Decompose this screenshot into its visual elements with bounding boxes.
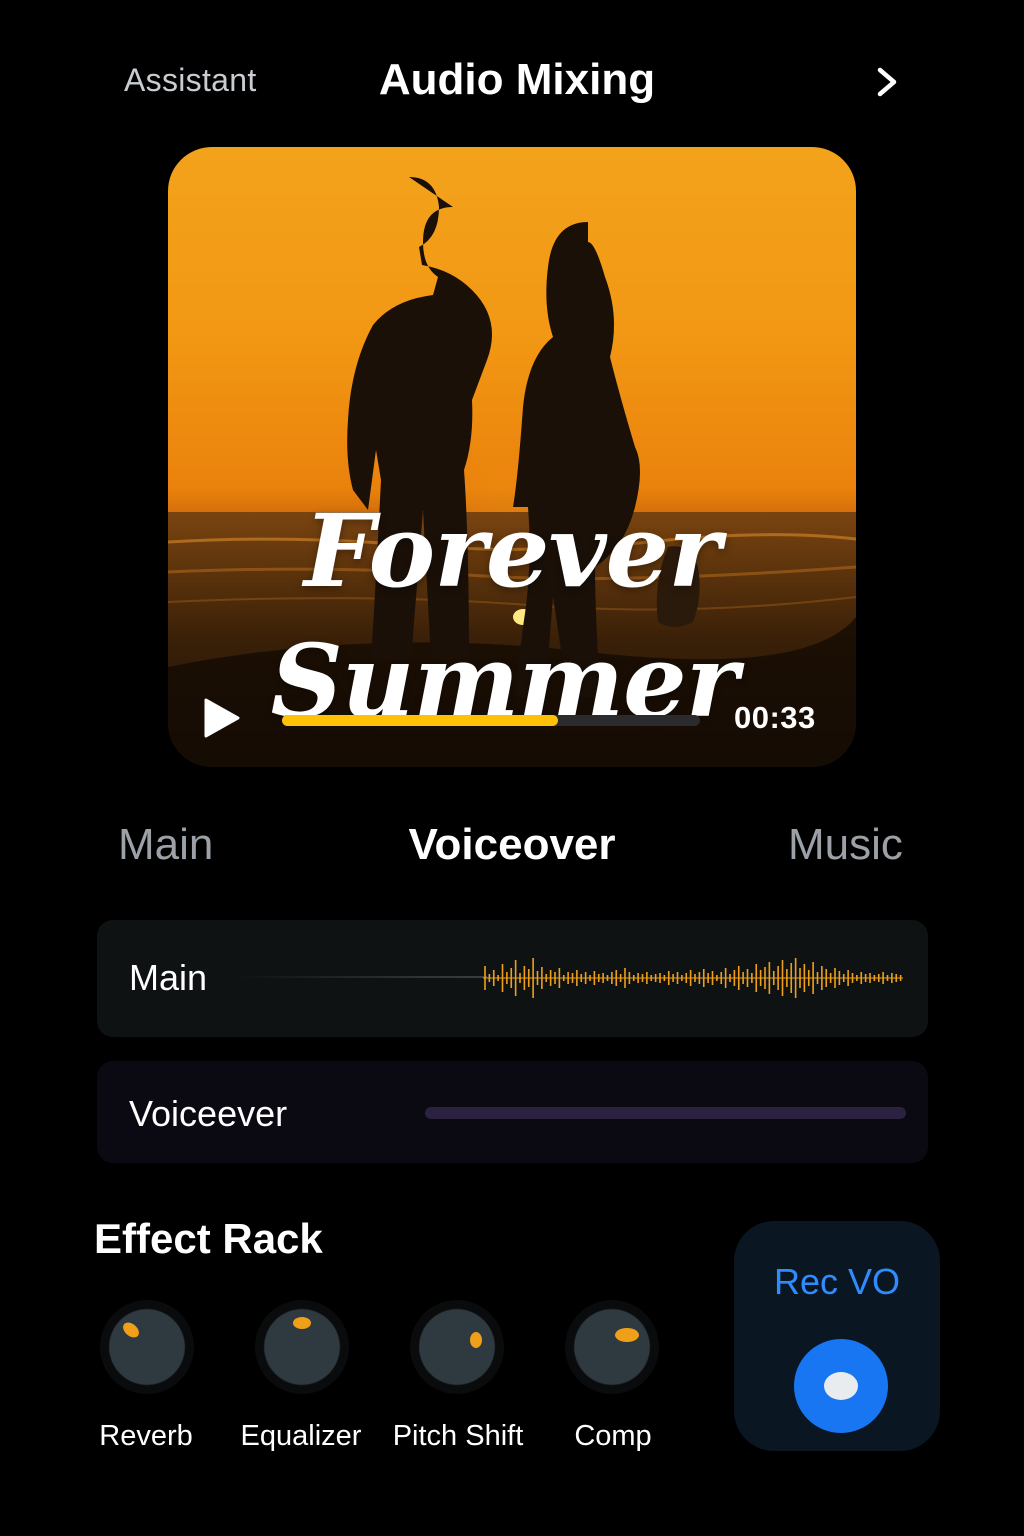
knob-indicator: [470, 1332, 482, 1348]
waveform: [483, 958, 903, 998]
track-label-voiceover: Voiceever: [129, 1093, 288, 1134]
play-icon[interactable]: [200, 696, 244, 740]
knob-indicator: [293, 1317, 311, 1329]
equalizer-knob[interactable]: [255, 1300, 349, 1394]
record-voiceover-label: Rec VO: [773, 1261, 901, 1302]
track-label-main: Main: [129, 957, 208, 998]
pitch-shift-label: Pitch Shift: [392, 1420, 524, 1452]
effect-rack-title: Effect Rack: [94, 1215, 323, 1262]
knob-indicator: [615, 1328, 639, 1342]
track-baseline: [237, 976, 487, 978]
track-main[interactable]: Main: [97, 920, 928, 1037]
record-voiceover-panel: Rec VO: [734, 1221, 940, 1451]
playback-time: 00:33: [734, 700, 816, 735]
reverb-label: Reverb: [99, 1420, 193, 1452]
playback-progress-bar[interactable]: [282, 715, 700, 726]
chevron-right-icon[interactable]: [868, 62, 908, 102]
knob-indicator: [120, 1319, 142, 1341]
equalizer-label: Equalizer: [240, 1420, 362, 1452]
track-voiceover[interactable]: Voiceever: [97, 1061, 928, 1163]
pitch-shift-knob[interactable]: [410, 1300, 504, 1394]
comp-knob[interactable]: [565, 1300, 659, 1394]
voiceover-track-bar: [425, 1107, 906, 1119]
tab-music[interactable]: Music: [788, 820, 903, 870]
record-icon: [824, 1372, 858, 1400]
video-preview[interactable]: Forever Summer: [168, 147, 856, 767]
reverb-knob[interactable]: [100, 1300, 194, 1394]
video-title-line1: Forever: [304, 492, 721, 610]
comp-label: Comp: [574, 1420, 652, 1452]
record-button[interactable]: [794, 1339, 888, 1433]
playback-progress-fill: [282, 715, 558, 726]
